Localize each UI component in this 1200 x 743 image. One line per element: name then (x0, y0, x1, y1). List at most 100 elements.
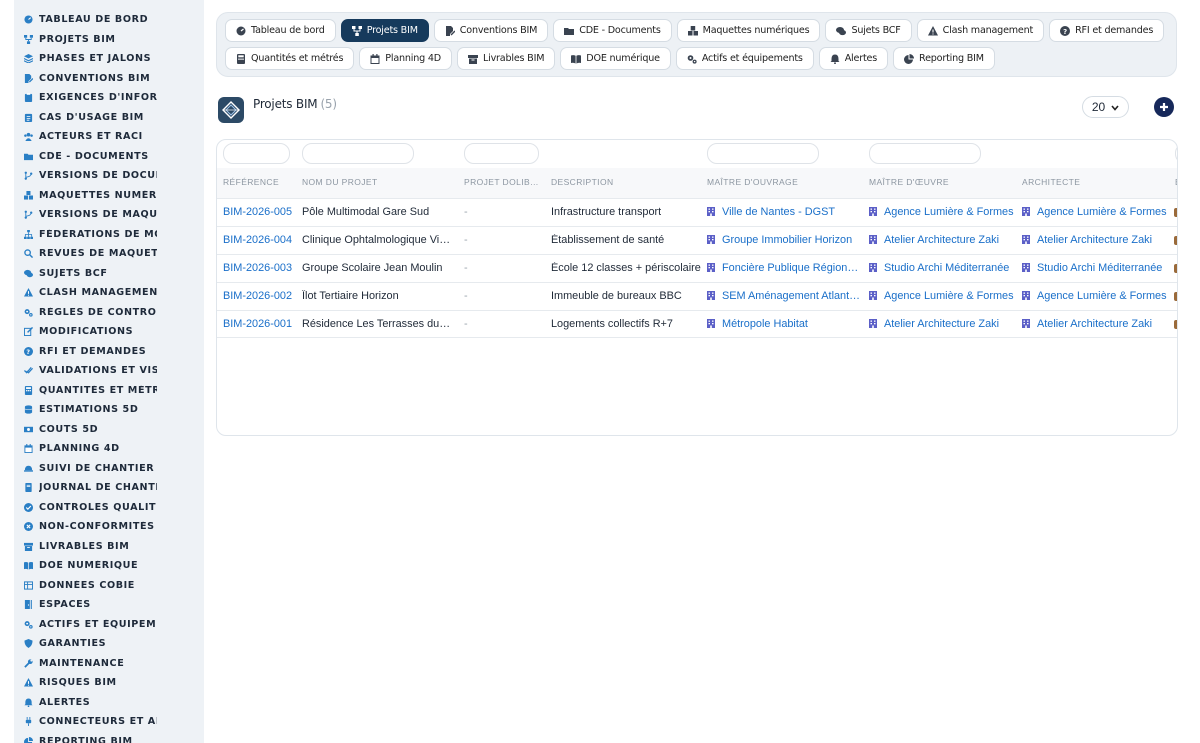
sidebar-item-5[interactable]: CAS D'USAGE BIM (14, 108, 204, 128)
sidebar-item-18[interactable]: VALIDATIONS ET VISAS (14, 361, 204, 381)
sidebar-item-27[interactable]: LIVRABLES BIM (14, 537, 204, 557)
project-reference-link[interactable]: BIM-2026-004 (223, 234, 292, 246)
column-header[interactable]: DESCRIPTION (551, 177, 614, 187)
tab-row1-2[interactable]: Conventions BIM (433, 19, 549, 42)
sidebar-item-19[interactable]: QUANTITÉS ET MÉTRÉS (14, 381, 204, 401)
shield-icon (24, 639, 33, 649)
sidebar-item-30[interactable]: ESPACES (14, 595, 204, 615)
sidebar-item-7[interactable]: CDE - DOCUMENTS (14, 147, 204, 167)
sidebar-item-0[interactable]: TABLEAU DE BORD (14, 10, 204, 30)
architect-link[interactable]: Agence Lumière & Formes (1022, 290, 1167, 302)
sidebar-item-24[interactable]: JOURNAL DE CHANTIER (14, 478, 204, 498)
filter-dolibarr-input[interactable] (464, 143, 539, 164)
sidebar-item-20[interactable]: ESTIMATIONS 5D (14, 400, 204, 420)
filter-extra-input[interactable] (1175, 143, 1177, 164)
tab-row2-4[interactable]: Actifs et équipements (675, 47, 814, 70)
sidebar-item-36[interactable]: CONNECTEURS ET API (14, 712, 204, 732)
table-row[interactable]: BIM-2026-001 Résidence Les Terrasses du …… (217, 310, 1177, 338)
sidebar-item-1[interactable]: PROJETS BIM (14, 30, 204, 50)
project-reference-link[interactable]: BIM-2026-002 (223, 290, 292, 302)
tab-row2-3[interactable]: DOE numérique (560, 47, 671, 70)
project-reference-link[interactable]: BIM-2026-001 (223, 318, 292, 330)
filter-name-input[interactable] (302, 143, 414, 164)
tab-row1-1[interactable]: Projets BIM (340, 19, 429, 42)
sidebar-item-16[interactable]: MODIFICATIONS (14, 322, 204, 342)
project-reference-link[interactable]: BIM-2026-003 (223, 262, 292, 274)
table-row[interactable]: BIM-2026-004 Clinique Ophtalmologique Vis… (217, 226, 1177, 254)
tab-label: Maquettes numériques (702, 25, 810, 36)
column-header[interactable]: RÉFÉRENCE (223, 177, 279, 187)
column-header[interactable]: MAÎTRE D'ŒUVRE (869, 177, 949, 187)
owner-link[interactable]: SEM Aménagement Atlant… (707, 290, 859, 302)
sidebar-item-35[interactable]: ALERTES (14, 693, 204, 713)
sidebar-item-37[interactable]: REPORTING BIM (14, 732, 204, 743)
tab-row1-5[interactable]: Sujets BCF (825, 19, 912, 42)
sidebar-item-22[interactable]: PLANNING 4D (14, 439, 204, 459)
architect-link[interactable]: Agence Lumière & Formes (1022, 206, 1167, 218)
page-size-select[interactable]: 20 (1082, 96, 1129, 118)
moe-link[interactable]: Studio Archi Méditerranée (869, 262, 1009, 274)
sidebar-item-label: ESPACES (39, 599, 91, 611)
architect-link[interactable]: Atelier Architecture Zaki (1022, 318, 1152, 330)
owner-link[interactable]: Ville de Nantes - DGST (707, 206, 835, 218)
table-row[interactable]: BIM-2026-005 Pôle Multimodal Gare Sud - Inf… (217, 198, 1177, 226)
moe-link[interactable]: Agence Lumière & Formes (869, 206, 1014, 218)
table-row[interactable]: BIM-2026-002 Îlot Tertiaire Horizon - Immeu… (217, 282, 1177, 310)
sidebar-item-34[interactable]: RISQUES BIM (14, 673, 204, 693)
sidebar-item-23[interactable]: SUIVI DE CHANTIER (14, 459, 204, 479)
sidebar-item-32[interactable]: GARANTIES (14, 634, 204, 654)
column-header[interactable]: NOM DU PROJET (302, 177, 378, 187)
sidebar-item-33[interactable]: MAINTENANCE (14, 654, 204, 674)
column-header[interactable]: B (1175, 177, 1177, 187)
column-header[interactable]: PROJET DOLIB… (464, 177, 539, 187)
sidebar-item-28[interactable]: DOE NUMÉRIQUE (14, 556, 204, 576)
sidebar-item-26[interactable]: NON-CONFORMITÉS (14, 517, 204, 537)
sidebar-item-10[interactable]: VERSIONS DE MAQUETTES (14, 205, 204, 225)
sidebar-item-label: RFI ET DEMANDES (39, 345, 147, 357)
sidebar-item-13[interactable]: SUJETS BCF (14, 264, 204, 284)
sidebar-item-17[interactable]: ? RFI ET DEMANDES (14, 342, 204, 362)
tab-row2-0[interactable]: Quantités et métrés (225, 47, 355, 70)
architect-link[interactable]: Studio Archi Méditerranée (1022, 262, 1162, 274)
sidebar-item-12[interactable]: REVUES DE MAQUETTES (14, 244, 204, 264)
filter-moe-input[interactable] (869, 143, 981, 164)
tab-row1-7[interactable]: ? RFI et demandes (1049, 19, 1165, 42)
tab-row2-6[interactable]: Reporting BIM (893, 47, 995, 70)
filter-reference-input[interactable] (223, 143, 290, 164)
sidebar-item-21[interactable]: COÛTS 5D (14, 420, 204, 440)
filter-owner-input[interactable] (707, 143, 819, 164)
sidebar-item-31[interactable]: ACTIFS ET ÉQUIPEMENTS (14, 615, 204, 635)
add-project-button[interactable] (1154, 97, 1174, 117)
sidebar-item-4[interactable]: EXIGENCES D'INFORMATION (14, 88, 204, 108)
moe-link[interactable]: Atelier Architecture Zaki (869, 234, 999, 246)
sidebar-item-14[interactable]: CLASH MANAGEMENT (14, 283, 204, 303)
sidebar-item-25[interactable]: CONTRÔLES QUALITÉ (14, 498, 204, 518)
sidebar-item-8[interactable]: VERSIONS DE DOCUMENTS (14, 166, 204, 186)
owner-link[interactable]: Groupe Immobilier Horizon (707, 234, 852, 246)
cubes-icon (24, 190, 33, 200)
tab-row2-2[interactable]: Livrables BIM (456, 47, 556, 70)
sidebar-item-9[interactable]: MAQUETTES NUMÉRIQUES (14, 186, 204, 206)
sidebar-item-15[interactable]: RÈGLES DE CONTRÔLE (14, 303, 204, 323)
sidebar-item-29[interactable]: DONNÉES COBIE (14, 576, 204, 596)
sidebar-item-3[interactable]: CONVENTIONS BIM (14, 69, 204, 89)
moe-link[interactable]: Atelier Architecture Zaki (869, 318, 999, 330)
tab-row2-1[interactable]: Planning 4D (359, 47, 452, 70)
tab-row2-5[interactable]: Alertes (818, 47, 889, 70)
owner-link[interactable]: Foncière Publique Région… (707, 262, 858, 274)
column-header[interactable]: ARCHITECTE (1022, 177, 1080, 187)
column-header[interactable]: MAÎTRE D'OUVRAGE (707, 177, 798, 187)
owner-link[interactable]: Métropole Habitat (707, 318, 808, 330)
moe-link[interactable]: Agence Lumière & Formes (869, 290, 1014, 302)
tab-row1-6[interactable]: Clash management (916, 19, 1045, 42)
project-reference-link[interactable]: BIM-2026-005 (223, 206, 292, 218)
table-row[interactable]: BIM-2026-003 Groupe Scolaire Jean Moulin -… (217, 254, 1177, 282)
sidebar-item-11[interactable]: FÉDÉRATIONS DE MODÈLES (14, 225, 204, 245)
tab-row1-0[interactable]: Tableau de bord (225, 19, 336, 42)
tab-row1-3[interactable]: CDE - Documents (553, 19, 672, 42)
architect-link[interactable]: Atelier Architecture Zaki (1022, 234, 1152, 246)
bim-manager-avatar-icon (1174, 292, 1177, 301)
sidebar-item-2[interactable]: PHASES ET JALONS (14, 49, 204, 69)
tab-row1-4[interactable]: Maquettes numériques (676, 19, 821, 42)
sidebar-item-6[interactable]: ACTEURS ET RACI (14, 127, 204, 147)
